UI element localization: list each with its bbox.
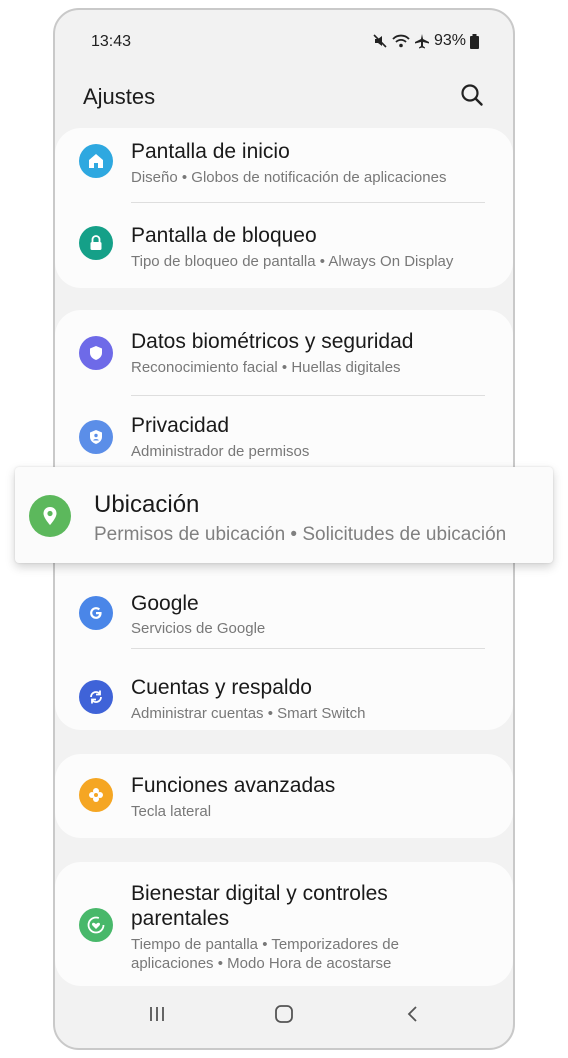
item-title: Datos biométricos y seguridad <box>131 330 414 353</box>
item-title: Privacidad <box>131 414 230 437</box>
settings-item-google[interactable]: Google Servicios de Google <box>55 570 513 646</box>
item-subtitle: Reconocimiento facial • Huellas digitale… <box>131 359 401 376</box>
mute-icon <box>372 33 388 49</box>
settings-item-privacy[interactable]: Privacidad Administrador de permisos <box>55 396 513 470</box>
item-title: Funciones avanzadas <box>131 774 336 797</box>
item-subtitle: Servicios de Google <box>131 620 266 637</box>
gear-icon <box>79 778 113 812</box>
card-wellbeing: Bienestar digital y controles parentales… <box>55 862 513 986</box>
home-icon <box>79 144 113 178</box>
navigation-bar <box>55 978 513 1048</box>
item-subtitle-line1: Tiempo de pantalla • Temporizadores de <box>131 936 399 953</box>
item-title-line1: Bienestar digital y controles <box>131 882 388 905</box>
settings-item-location[interactable]: Ubicación Permisos de ubicación • Solici… <box>15 467 553 563</box>
item-subtitle-line2: aplicaciones • Modo Hora de acostarse <box>131 955 392 972</box>
item-title: Cuentas y respaldo <box>131 676 312 699</box>
settings-item-accounts[interactable]: Cuentas y respaldo Administrar cuentas •… <box>55 650 513 730</box>
item-subtitle: Tipo de bloqueo de pantalla • Always On … <box>131 253 454 270</box>
status-icons: 93% <box>372 32 479 50</box>
item-subtitle: Administrador de permisos <box>131 443 310 460</box>
search-icon[interactable] <box>457 80 487 110</box>
battery-percent: 93% <box>433 32 466 49</box>
card-advanced: Funciones avanzadas Tecla lateral <box>55 754 513 838</box>
sync-icon <box>79 680 113 714</box>
shield-icon <box>79 336 113 370</box>
privacy-shield-icon <box>79 420 113 454</box>
back-icon[interactable] <box>397 998 429 1030</box>
airplane-icon <box>414 33 430 49</box>
divider <box>131 202 485 203</box>
item-subtitle: Permisos de ubicación • Solicitudes de u… <box>94 524 507 545</box>
page-title: Ajustes <box>83 84 156 109</box>
location-pin-icon <box>29 495 71 537</box>
settings-item-biometrics[interactable]: Datos biométricos y seguridad Reconocimi… <box>55 310 513 394</box>
item-title-line2: parentales <box>131 907 230 930</box>
item-subtitle: Tecla lateral <box>131 803 212 820</box>
settings-item-lock-screen[interactable]: Pantalla de bloqueo Tipo de bloqueo de p… <box>55 212 513 288</box>
divider <box>131 648 485 649</box>
wellbeing-icon <box>79 908 113 942</box>
item-title: Pantalla de bloqueo <box>131 224 317 247</box>
settings-item-digital-wellbeing[interactable]: Bienestar digital y controles parentales… <box>55 862 513 986</box>
settings-item-home-screen[interactable]: Pantalla de inicio Diseño • Globos de no… <box>55 128 513 210</box>
card-display: Pantalla de inicio Diseño • Globos de no… <box>55 128 513 288</box>
google-icon <box>79 596 113 630</box>
item-title: Ubicación <box>94 491 200 518</box>
item-subtitle: Diseño • Globos de notificación de aplic… <box>131 169 447 186</box>
recents-icon[interactable] <box>141 998 173 1030</box>
item-title: Google <box>131 592 199 615</box>
item-title: Pantalla de inicio <box>131 140 290 163</box>
battery-icon <box>470 33 479 49</box>
lock-icon <box>79 226 113 260</box>
wifi-icon <box>392 33 410 49</box>
home-button-icon[interactable] <box>268 998 300 1030</box>
status-time: 13:43 <box>91 33 132 50</box>
settings-item-advanced-features[interactable]: Funciones avanzadas Tecla lateral <box>55 754 513 838</box>
header: Ajustes <box>55 72 513 124</box>
item-subtitle: Administrar cuentas • Smart Switch <box>131 705 366 722</box>
status-bar: 13:43 93% <box>55 10 513 72</box>
